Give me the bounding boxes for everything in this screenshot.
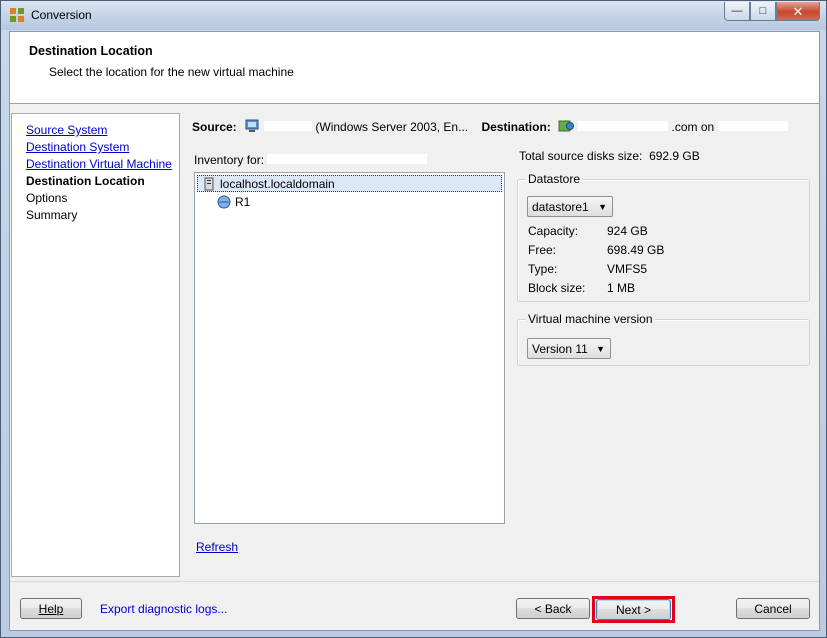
close-icon: ✕ — [792, 3, 804, 19]
tree-item-label: localhost.localdomain — [220, 176, 335, 191]
vm-version-legend: Virtual machine version — [526, 312, 655, 326]
redacted-inventory-target — [267, 154, 428, 164]
source-label: Source: — [192, 120, 237, 134]
window-title: Conversion — [31, 8, 92, 22]
source-destination-bar: Source: (Windows Server 2003, En... Dest… — [192, 119, 788, 134]
wizard-header: Destination Location Select the location… — [10, 32, 819, 104]
export-diagnostic-logs-link[interactable]: Export diagnostic logs... — [100, 602, 227, 616]
datastore-dropdown[interactable]: datastore1 ▼ — [527, 196, 613, 217]
block-size-label: Block size: — [528, 281, 586, 295]
inventory-label-text: Inventory for: — [194, 153, 265, 167]
wizard-client-area: Destination Location Select the location… — [9, 31, 820, 631]
page-subtitle: Select the location for the new virtual … — [49, 65, 294, 79]
free-value: 698.49 GB — [607, 243, 665, 257]
conversion-window: Conversion — □ ✕ Destination Location Se… — [0, 0, 827, 638]
cancel-button[interactable]: Cancel — [736, 598, 810, 619]
nav-item-source-system[interactable]: Source System — [26, 123, 107, 137]
main-panel: Source: (Windows Server 2003, En... Dest… — [180, 113, 821, 577]
redacted-destination-name — [578, 121, 669, 131]
redacted-source-name — [264, 121, 313, 131]
page-title: Destination Location — [29, 44, 153, 58]
close-button[interactable]: ✕ — [776, 2, 820, 21]
vm-version-selected-value: Version 11 — [532, 341, 588, 356]
inventory-label: Inventory for: — [194, 153, 428, 167]
redacted-destination-server — [717, 121, 788, 131]
chevron-down-icon: ▼ — [596, 344, 605, 354]
back-button[interactable]: < Back — [516, 598, 590, 619]
nav-item-destination-location: Destination Location — [26, 174, 145, 188]
total-source-disks-value: 692.9 GB — [649, 149, 700, 163]
nav-item-destination-system[interactable]: Destination System — [26, 140, 129, 154]
datastore-legend: Datastore — [526, 172, 583, 186]
vm-version-group: Virtual machine version Version 11 ▼ — [517, 312, 810, 366]
resource-pool-icon — [217, 195, 231, 208]
tree-item-r1[interactable]: R1 — [217, 193, 250, 210]
chevron-down-icon: ▼ — [598, 202, 607, 212]
source-value: (Windows Server 2003, En... — [315, 120, 469, 134]
tree-item-label: R1 — [235, 194, 251, 209]
help-button-label: Help — [38, 601, 64, 616]
type-value: VMFS5 — [607, 262, 648, 276]
total-source-disks-label: Total source disks size: — [519, 149, 643, 163]
type-label: Type: — [528, 262, 558, 276]
footer-divider — [10, 581, 819, 582]
title-bar[interactable]: Conversion — □ ✕ — [1, 1, 826, 30]
converter-app-icon — [10, 8, 24, 22]
nav-item-options: Options — [26, 191, 68, 205]
minimize-button[interactable]: — — [724, 2, 750, 21]
help-button[interactable]: Help — [20, 598, 82, 619]
refresh-link[interactable]: Refresh — [196, 540, 238, 554]
capacity-label: Capacity: — [528, 224, 579, 238]
capacity-value: 924 GB — [607, 224, 648, 238]
host-icon — [204, 177, 214, 190]
computer-icon — [245, 119, 259, 132]
block-size-value: 1 MB — [607, 281, 636, 295]
next-button[interactable]: Next > — [596, 599, 671, 620]
next-button-label: Next > — [615, 602, 651, 617]
destination-label: Destination: — [481, 120, 551, 134]
back-button-label: < Back — [534, 601, 572, 616]
wizard-steps-nav: Source System Destination System Destina… — [11, 113, 180, 577]
tree-item-localhost[interactable]: localhost.localdomain — [197, 175, 502, 192]
cancel-button-label: Cancel — [754, 601, 792, 616]
free-label: Free: — [528, 243, 557, 257]
vm-version-dropdown[interactable]: Version 11 ▼ — [527, 338, 611, 359]
maximize-icon: □ — [759, 4, 767, 17]
nav-item-destination-virtual-machine[interactable]: Destination Virtual Machine — [26, 157, 172, 171]
nav-item-summary: Summary — [26, 208, 78, 222]
esx-host-icon — [558, 120, 575, 132]
inventory-tree[interactable]: localhost.localdomain R1 — [194, 172, 505, 524]
total-source-disks: Total source disks size: 692.9 GB — [519, 149, 700, 163]
datastore-selected-value: datastore1 — [532, 199, 589, 214]
minimize-icon: — — [731, 4, 743, 17]
datastore-group: Datastore datastore1 ▼ Capacity: 924 GB … — [517, 172, 810, 302]
maximize-button[interactable]: □ — [750, 2, 776, 21]
destination-value: .com on — [671, 120, 715, 134]
